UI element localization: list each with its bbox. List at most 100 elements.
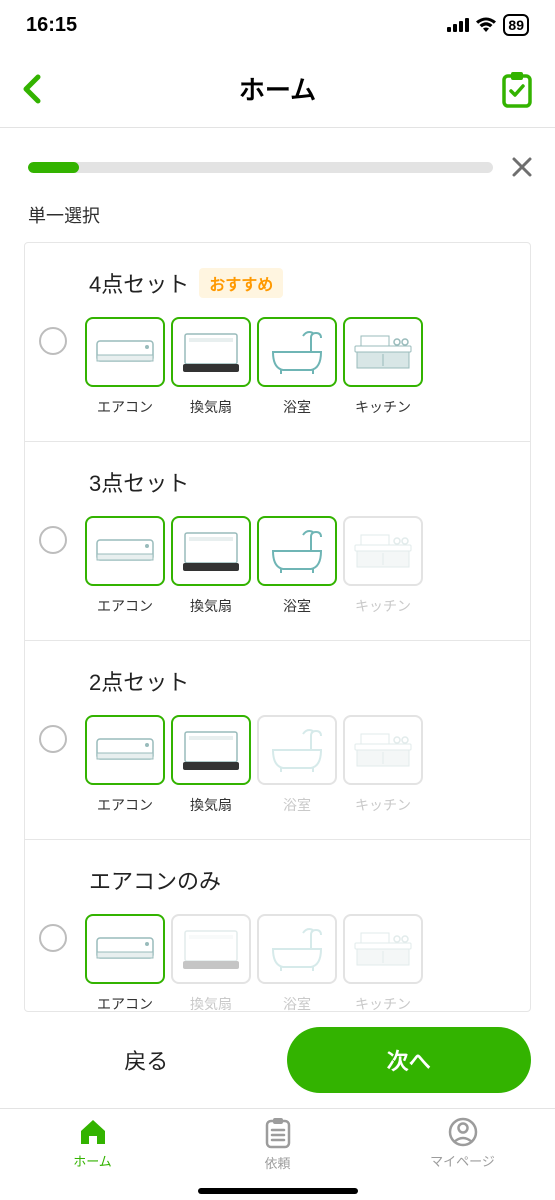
option-title: 4点セット <box>89 267 189 299</box>
service-item-bath: 浴室 <box>257 914 337 1012</box>
items-row: エアコン 換気扇 浴室 キッチン <box>85 715 512 815</box>
item-label: エアコン <box>97 795 153 815</box>
chevron-left-icon <box>20 73 44 105</box>
item-label: エアコン <box>97 994 153 1012</box>
bath-icon <box>257 715 337 785</box>
tab-label: ホーム <box>73 1151 112 1170</box>
kitchen-icon <box>343 516 423 586</box>
aircon-icon <box>85 715 165 785</box>
option-title: 3点セット <box>89 466 189 498</box>
aircon-icon <box>85 914 165 984</box>
tab-bar: ホーム 依頼 マイページ <box>0 1108 555 1200</box>
battery-icon: 89 <box>503 14 529 36</box>
home-icon <box>77 1117 109 1147</box>
radio-button[interactable] <box>39 327 67 355</box>
clipboard-button[interactable] <box>495 67 539 111</box>
items-row: エアコン 換気扇 浴室 キッチン <box>85 317 512 417</box>
radio-button[interactable] <box>39 526 67 554</box>
item-label: 浴室 <box>283 596 311 616</box>
section-label: 単一選択 <box>0 194 555 242</box>
service-item-fan: 換気扇 <box>171 516 251 616</box>
bath-icon <box>257 516 337 586</box>
nav-header: ホーム <box>0 50 555 128</box>
progress-fill <box>28 162 79 173</box>
options-list[interactable]: 4点セットおすすめエアコン換気扇浴室キッチン3点セットエアコン換気扇浴室キッチン… <box>24 242 531 1012</box>
service-item-bath: 浴室 <box>257 516 337 616</box>
option-title-row: 2点セット <box>85 665 512 697</box>
item-label: エアコン <box>97 596 153 616</box>
fan-icon <box>171 317 251 387</box>
radio-button[interactable] <box>39 725 67 753</box>
bath-icon <box>257 317 337 387</box>
signal-icon <box>447 18 469 32</box>
option-row[interactable]: 2点セットエアコン 換気扇 浴室 キッチン <box>25 641 530 840</box>
service-item-aircon: エアコン <box>85 914 165 1012</box>
tab-request[interactable]: 依頼 <box>185 1109 370 1200</box>
progress-row <box>0 128 555 194</box>
service-item-kitchen: キッチン <box>343 516 423 616</box>
item-label: 換気扇 <box>190 397 232 417</box>
option-title-row: エアコンのみ <box>85 864 512 896</box>
fan-icon <box>171 715 251 785</box>
service-item-aircon: エアコン <box>85 317 165 417</box>
service-item-fan: 換気扇 <box>171 715 251 815</box>
item-label: エアコン <box>97 397 153 417</box>
fan-icon <box>171 914 251 984</box>
items-row: エアコン 換気扇 浴室 キッチン <box>85 914 512 1012</box>
option-body: 3点セットエアコン 換気扇 浴室 キッチン <box>85 466 512 616</box>
option-title-row: 4点セットおすすめ <box>85 267 512 299</box>
close-icon <box>510 155 534 179</box>
option-body: 2点セットエアコン 換気扇 浴室 キッチン <box>85 665 512 815</box>
service-item-aircon: エアコン <box>85 516 165 616</box>
person-icon <box>448 1117 478 1147</box>
option-row[interactable]: エアコンのみエアコン 換気扇 浴室 キッチン <box>25 840 530 1012</box>
item-label: キッチン <box>355 795 411 815</box>
bath-icon <box>257 914 337 984</box>
close-button[interactable] <box>501 146 543 188</box>
item-label: 浴室 <box>283 795 311 815</box>
option-title: 2点セット <box>89 665 189 697</box>
service-item-aircon: エアコン <box>85 715 165 815</box>
item-label: キッチン <box>355 397 411 417</box>
kitchen-icon <box>343 317 423 387</box>
service-item-kitchen: キッチン <box>343 914 423 1012</box>
item-label: 換気扇 <box>190 596 232 616</box>
footer-buttons: 戻る 次へ <box>0 1012 555 1108</box>
item-label: 換気扇 <box>190 795 232 815</box>
service-item-bath: 浴室 <box>257 715 337 815</box>
aircon-icon <box>85 516 165 586</box>
fan-icon <box>171 516 251 586</box>
item-label: 換気扇 <box>190 994 232 1012</box>
kitchen-icon <box>343 914 423 984</box>
status-time: 16:15 <box>26 14 77 37</box>
back-step-button[interactable]: 戻る <box>24 1027 269 1093</box>
option-row[interactable]: 3点セットエアコン 換気扇 浴室 キッチン <box>25 442 530 641</box>
kitchen-icon <box>343 715 423 785</box>
option-body: 4点セットおすすめエアコン 換気扇 浴室 キッチン <box>85 267 512 417</box>
progress-bar <box>28 162 493 173</box>
tab-label: 依頼 <box>264 1153 290 1172</box>
item-label: キッチン <box>355 994 411 1012</box>
option-title: エアコンのみ <box>89 864 221 896</box>
tab-home[interactable]: ホーム <box>0 1109 185 1200</box>
tab-mypage[interactable]: マイページ <box>370 1109 555 1200</box>
radio-button[interactable] <box>39 924 67 952</box>
item-label: 浴室 <box>283 994 311 1012</box>
service-item-kitchen: キッチン <box>343 715 423 815</box>
page-title: ホーム <box>239 70 316 107</box>
items-row: エアコン 換気扇 浴室 キッチン <box>85 516 512 616</box>
item-label: 浴室 <box>283 397 311 417</box>
back-button[interactable] <box>10 67 54 111</box>
status-bar: 16:15 89 <box>0 0 555 50</box>
next-step-button[interactable]: 次へ <box>287 1027 532 1093</box>
home-indicator <box>198 1188 358 1194</box>
clipboard-check-icon <box>500 70 534 108</box>
document-icon <box>264 1117 292 1149</box>
aircon-icon <box>85 317 165 387</box>
option-body: エアコンのみエアコン 換気扇 浴室 キッチン <box>85 864 512 1012</box>
item-label: キッチン <box>355 596 411 616</box>
option-title-row: 3点セット <box>85 466 512 498</box>
service-item-fan: 換気扇 <box>171 914 251 1012</box>
option-row[interactable]: 4点セットおすすめエアコン 換気扇 浴室 キッチン <box>25 243 530 442</box>
wifi-icon <box>475 17 497 33</box>
